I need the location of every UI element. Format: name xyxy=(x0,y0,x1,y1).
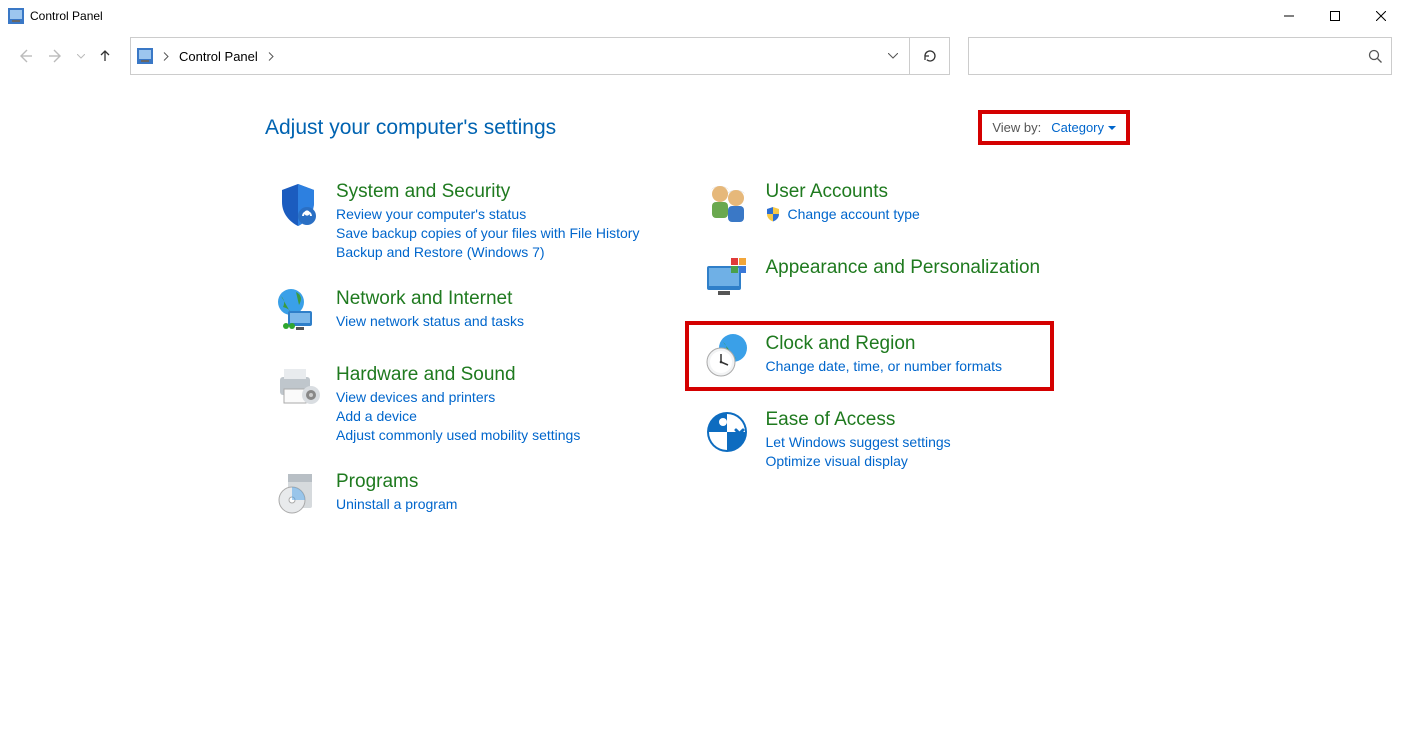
titlebar: Control Panel xyxy=(0,0,1404,32)
category-title[interactable]: Clock and Region xyxy=(765,333,1002,355)
monitor-tiles-icon xyxy=(699,255,755,305)
people-icon xyxy=(699,179,755,229)
category-link[interactable]: Add a device xyxy=(336,408,580,424)
page-heading: Adjust your computer's settings xyxy=(265,116,556,140)
category-title[interactable]: Programs xyxy=(336,471,457,493)
category-title[interactable]: System and Security xyxy=(336,181,639,203)
back-button[interactable] xyxy=(12,42,37,70)
category-programs: Programs Uninstall a program xyxy=(270,469,639,519)
recent-locations-button[interactable] xyxy=(74,42,87,70)
category-link[interactable]: View network status and tasks xyxy=(336,313,524,329)
toolbar: Control Panel xyxy=(0,32,1404,80)
category-link[interactable]: Save backup copies of your files with Fi… xyxy=(336,225,639,241)
chevron-down-icon xyxy=(1108,126,1116,130)
category-column-right: User Accounts Change account type xyxy=(699,179,1040,519)
window-title: Control Panel xyxy=(30,9,103,23)
printer-icon xyxy=(270,362,326,412)
category-link[interactable]: Optimize visual display xyxy=(765,453,950,469)
category-column-left: System and Security Review your computer… xyxy=(270,179,639,519)
breadcrumb-location[interactable]: Control Panel xyxy=(179,49,258,64)
category-title[interactable]: Appearance and Personalization xyxy=(765,257,1040,279)
category-link[interactable]: Change date, time, or number formats xyxy=(765,358,1002,374)
clock-globe-icon xyxy=(699,331,755,381)
category-user-accounts: User Accounts Change account type xyxy=(699,179,1040,229)
category-hardware-and-sound: Hardware and Sound View devices and prin… xyxy=(270,362,639,443)
close-button[interactable] xyxy=(1358,0,1404,32)
chevron-right-icon[interactable] xyxy=(264,52,278,61)
view-by-control: View by: Category xyxy=(978,110,1130,145)
up-button[interactable] xyxy=(93,42,118,70)
search-bar[interactable] xyxy=(968,37,1392,75)
control-panel-icon xyxy=(8,8,24,24)
category-clock-and-region: Clock and Region Change date, time, or n… xyxy=(685,321,1054,391)
category-link[interactable]: Backup and Restore (Windows 7) xyxy=(336,244,639,260)
category-title[interactable]: Network and Internet xyxy=(336,288,524,310)
category-title[interactable]: Ease of Access xyxy=(765,409,950,431)
category-link[interactable]: Review your computer's status xyxy=(336,206,639,222)
category-link[interactable]: Uninstall a program xyxy=(336,496,457,512)
uac-shield-icon xyxy=(765,206,781,222)
shield-icon xyxy=(270,179,326,229)
refresh-button[interactable] xyxy=(909,38,949,74)
category-appearance-and-personalization: Appearance and Personalization xyxy=(699,255,1040,305)
content-area: Adjust your computer's settings View by:… xyxy=(0,80,1404,519)
minimize-button[interactable] xyxy=(1266,0,1312,32)
category-link[interactable]: View devices and printers xyxy=(336,389,580,405)
category-title[interactable]: User Accounts xyxy=(765,181,919,203)
ease-of-access-icon xyxy=(699,407,755,457)
view-by-label: View by: xyxy=(992,120,1041,135)
forward-button[interactable] xyxy=(43,42,68,70)
address-bar[interactable]: Control Panel xyxy=(130,37,950,75)
maximize-button[interactable] xyxy=(1312,0,1358,32)
address-history-button[interactable] xyxy=(875,38,909,74)
search-icon[interactable] xyxy=(1368,49,1383,64)
category-title[interactable]: Hardware and Sound xyxy=(336,364,580,386)
view-by-dropdown[interactable]: Category xyxy=(1051,120,1116,135)
disc-box-icon xyxy=(270,469,326,519)
category-network-and-internet: Network and Internet View network status… xyxy=(270,286,639,336)
view-by-value: Category xyxy=(1051,120,1104,135)
search-input[interactable] xyxy=(977,38,1368,74)
category-link[interactable]: Let Windows suggest settings xyxy=(765,434,950,450)
globe-icon xyxy=(270,286,326,336)
category-link[interactable]: Adjust commonly used mobility settings xyxy=(336,427,580,443)
control-panel-icon xyxy=(137,48,153,64)
category-link[interactable]: Change account type xyxy=(787,206,919,222)
chevron-right-icon[interactable] xyxy=(159,52,173,61)
category-system-and-security: System and Security Review your computer… xyxy=(270,179,639,260)
category-ease-of-access: Ease of Access Let Windows suggest setti… xyxy=(699,407,1040,469)
